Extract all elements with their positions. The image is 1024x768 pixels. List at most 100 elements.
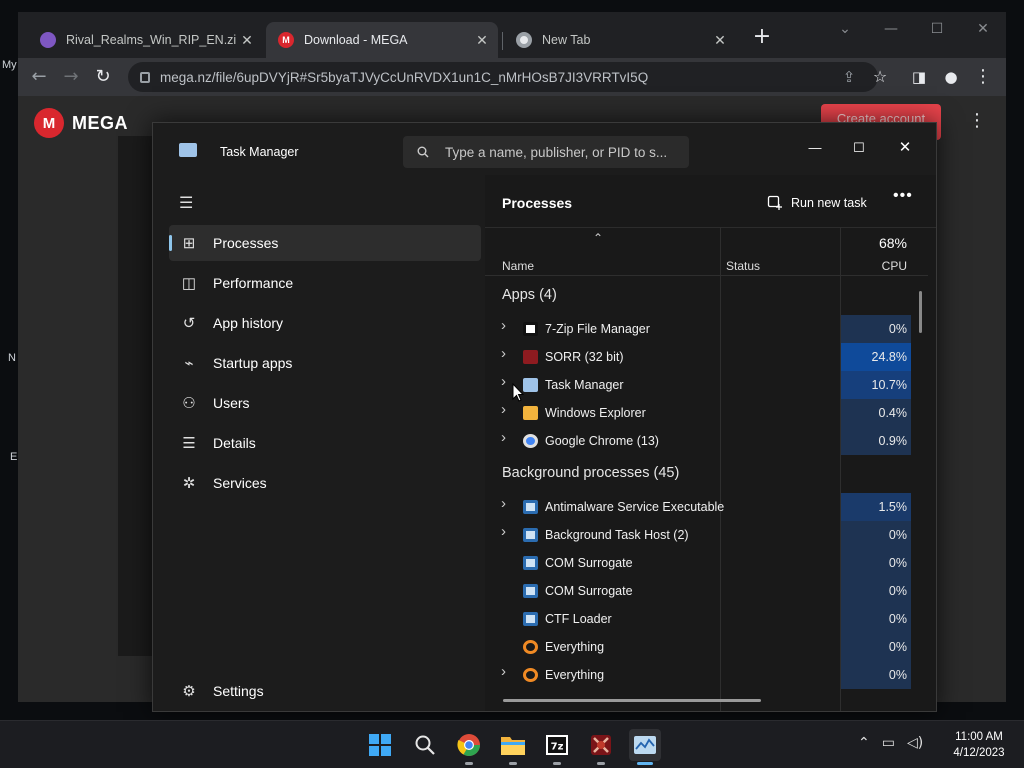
nav-item-label: Services xyxy=(213,475,267,491)
page-title: Processes xyxy=(502,195,573,211)
close-tab-icon[interactable]: ✕ xyxy=(472,32,492,49)
process-row[interactable]: CTF Loader 0% xyxy=(485,605,928,633)
process-row[interactable]: Everything 0% xyxy=(485,633,928,661)
taskbar-7zip[interactable]: 7z xyxy=(541,729,573,765)
expand-chevron-icon[interactable]: › xyxy=(501,317,506,334)
maximize-icon[interactable]: ☐ xyxy=(839,135,879,161)
reload-icon[interactable]: ↻ xyxy=(90,64,116,90)
sort-ascending-icon[interactable]: ⌃ xyxy=(593,231,603,245)
hamburger-menu-icon[interactable]: ☰ xyxy=(179,193,193,213)
mega-logo[interactable]: M MEGA xyxy=(34,108,128,138)
mega-menu-icon[interactable]: ⋮ xyxy=(968,110,986,131)
share-icon[interactable]: ⇪ xyxy=(836,64,862,90)
process-row[interactable]: › Everything 0% xyxy=(485,661,928,689)
column-header-status[interactable]: Status xyxy=(726,259,760,273)
minimize-icon[interactable]: — xyxy=(876,16,906,42)
process-cpu: 0% xyxy=(841,605,911,633)
expand-chevron-icon[interactable]: › xyxy=(501,495,506,512)
taskbar-chrome[interactable] xyxy=(453,729,485,765)
close-tab-icon[interactable]: ✕ xyxy=(710,32,730,49)
expand-chevron-icon[interactable]: › xyxy=(501,523,506,540)
tab-mega-download[interactable]: M Download - MEGA ✕ xyxy=(266,22,498,58)
process-row[interactable]: › Google Chrome (13) 0.9% xyxy=(485,427,928,455)
process-row[interactable]: COM Surrogate 0% xyxy=(485,549,928,577)
users-icon: ⚇ xyxy=(182,395,196,412)
side-panel-icon[interactable]: ◨ xyxy=(906,64,932,90)
search-icon xyxy=(415,735,435,755)
task-manager-app-icon xyxy=(179,143,197,157)
tab-search-chevron-icon[interactable]: ⌄ xyxy=(830,16,860,42)
expand-chevron-icon[interactable]: › xyxy=(501,663,506,680)
process-row[interactable]: COM Surrogate 0% xyxy=(485,577,928,605)
expand-chevron-icon[interactable]: › xyxy=(501,401,506,418)
nav-item-settings[interactable]: ⚙ Settings xyxy=(169,673,481,709)
process-cpu: 10.7% xyxy=(841,371,911,399)
desktop-icon-label[interactable]: N xyxy=(8,352,16,364)
process-row[interactable]: › Antimalware Service Executable 1.5% xyxy=(485,493,928,521)
chrome-menu-icon[interactable]: ⋮ xyxy=(970,64,996,90)
header-separator xyxy=(485,227,936,228)
process-row[interactable]: › Task Manager 10.7% xyxy=(485,371,928,399)
tab-rival-realms[interactable]: Rival_Realms_Win_RIP_EN.zip (26 ✕ xyxy=(28,22,263,58)
process-name: COM Surrogate xyxy=(545,556,633,570)
forward-icon[interactable]: → xyxy=(58,64,84,90)
back-icon[interactable]: ← xyxy=(26,64,52,90)
lock-icon[interactable] xyxy=(140,71,150,83)
nav-item-app-history[interactable]: ↺ App history xyxy=(169,305,481,341)
expand-chevron-icon[interactable]: › xyxy=(501,373,506,390)
process-row[interactable]: › Windows Explorer 0.4% xyxy=(485,399,928,427)
volume-icon[interactable]: ◁) xyxy=(907,735,923,751)
maximize-icon[interactable]: ☐ xyxy=(922,16,952,42)
task-manager-icon xyxy=(523,378,538,392)
nav-item-label: Processes xyxy=(213,235,279,251)
nav-item-processes[interactable]: ⊞ Processes xyxy=(169,225,481,261)
process-row[interactable]: › Background Task Host (2) 0% xyxy=(485,521,928,549)
horizontal-scrollbar[interactable] xyxy=(503,699,761,702)
desktop-icon-label[interactable]: E xyxy=(10,451,17,463)
nav-item-services[interactable]: ✲ Services xyxy=(169,465,481,501)
service-icon xyxy=(523,500,538,514)
vertical-scrollbar[interactable] xyxy=(919,291,922,333)
network-icon[interactable]: ▭ xyxy=(882,735,895,751)
taskbar-clock[interactable]: 11:00 AM 4/12/2023 xyxy=(944,729,1014,761)
nav-item-startup-apps[interactable]: ⌁ Startup apps xyxy=(169,345,481,381)
start-button[interactable] xyxy=(364,729,396,761)
nav-item-users[interactable]: ⚇ Users xyxy=(169,385,481,421)
expand-chevron-icon[interactable]: › xyxy=(501,345,506,362)
task-manager-icon xyxy=(634,736,656,754)
nav-item-performance[interactable]: ◫ Performance xyxy=(169,265,481,301)
close-icon[interactable]: ✕ xyxy=(885,135,925,161)
run-new-task-button[interactable]: Run new task xyxy=(767,187,867,219)
process-name: 7-Zip File Manager xyxy=(545,322,650,336)
url-text: mega.nz/file/6upDVYjR#Sr5byaTJVyCcUnRVDX… xyxy=(160,69,649,85)
cpu-total-percent[interactable]: 68% xyxy=(841,235,907,251)
taskbar-file-explorer[interactable] xyxy=(497,729,529,765)
process-cpu: 0% xyxy=(841,577,911,605)
expand-chevron-icon[interactable]: › xyxy=(501,429,506,446)
process-name: SORR (32 bit) xyxy=(545,350,624,364)
taskbar-sorr[interactable] xyxy=(585,729,617,765)
process-row[interactable]: › 7-Zip File Manager 0% xyxy=(485,315,928,343)
minimize-icon[interactable]: — xyxy=(795,135,835,161)
process-name: Task Manager xyxy=(545,378,624,392)
show-hidden-icons-chevron-icon[interactable]: ⌃ xyxy=(858,735,870,751)
bookmark-star-icon[interactable]: ☆ xyxy=(867,64,893,90)
close-tab-icon[interactable]: ✕ xyxy=(237,32,257,49)
process-cpu: 0% xyxy=(841,549,911,577)
more-options-icon[interactable]: ••• xyxy=(893,187,913,205)
process-name: Everything xyxy=(545,640,605,654)
startup-apps-icon: ⌁ xyxy=(184,355,194,372)
taskbar-search-button[interactable] xyxy=(409,729,441,761)
process-search-input[interactable]: Type a name, publisher, or PID to s... xyxy=(403,136,689,168)
taskbar-task-manager[interactable] xyxy=(629,729,661,765)
nav-item-details[interactable]: ☰ Details xyxy=(169,425,481,461)
column-header-cpu[interactable]: CPU xyxy=(841,259,907,273)
profile-icon[interactable]: ● xyxy=(938,64,964,90)
tab-new-tab[interactable]: New Tab ✕ xyxy=(504,22,736,58)
new-tab-button[interactable]: + xyxy=(748,24,776,52)
close-window-icon[interactable]: ✕ xyxy=(968,16,998,42)
address-bar[interactable]: mega.nz/file/6upDVYjR#Sr5byaTJVyCcUnRVDX… xyxy=(128,62,878,92)
process-row[interactable]: › SORR (32 bit) 24.8% xyxy=(485,343,928,371)
desktop-icon-label[interactable]: My xyxy=(2,59,17,71)
column-header-name[interactable]: Name xyxy=(502,259,534,273)
